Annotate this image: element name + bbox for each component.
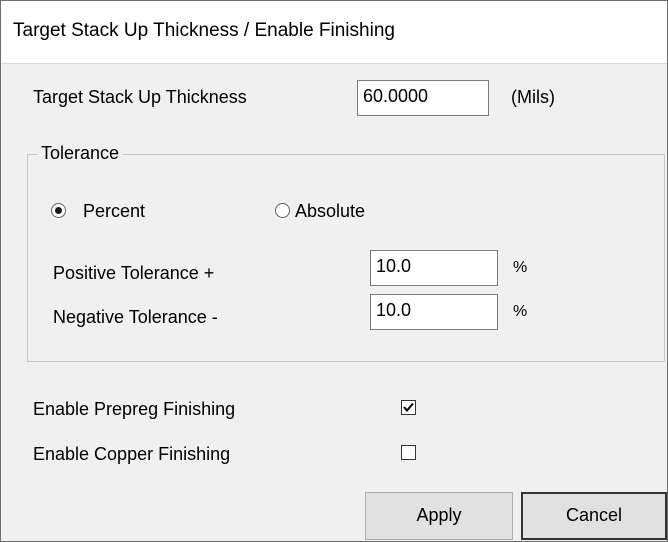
positive-tolerance-unit: % [513,259,528,276]
tolerance-group-label: Tolerance [37,143,124,164]
copper-finishing-checkbox[interactable] [401,445,416,460]
apply-button[interactable]: Apply [365,492,513,540]
dialog-window: Target Stack Up Thickness / Enable Finis… [0,0,668,542]
thickness-unit-label: (Mils) [511,87,555,107]
checkmark-icon [403,402,414,413]
absolute-radio-label: Absolute [295,201,366,221]
target-thickness-input[interactable]: 60.0000 [357,80,489,116]
title-bar: Target Stack Up Thickness / Enable Finis… [1,1,667,64]
negative-tolerance-input[interactable]: 10.0 [370,294,498,330]
prepreg-finishing-checkbox[interactable] [401,400,416,415]
tolerance-group [27,154,665,362]
radio-selected-dot [55,207,62,214]
prepreg-finishing-label: Enable Prepreg Finishing [33,399,236,419]
copper-finishing-label: Enable Copper Finishing [33,444,231,464]
percent-radio[interactable]: Percent [51,199,191,225]
absolute-radio[interactable]: Absolute [275,199,415,225]
dialog-title: Target Stack Up Thickness / Enable Finis… [13,20,395,41]
percent-radio-button[interactable] [51,203,66,218]
cancel-button[interactable]: Cancel [521,492,667,540]
percent-radio-label: Percent [83,201,146,221]
absolute-radio-button[interactable] [275,203,290,218]
positive-tolerance-input[interactable]: 10.0 [370,250,498,286]
target-thickness-label: Target Stack Up Thickness [33,87,247,107]
positive-tolerance-label: Positive Tolerance + [53,263,215,283]
negative-tolerance-label: Negative Tolerance - [53,307,218,327]
negative-tolerance-unit: % [513,303,528,320]
